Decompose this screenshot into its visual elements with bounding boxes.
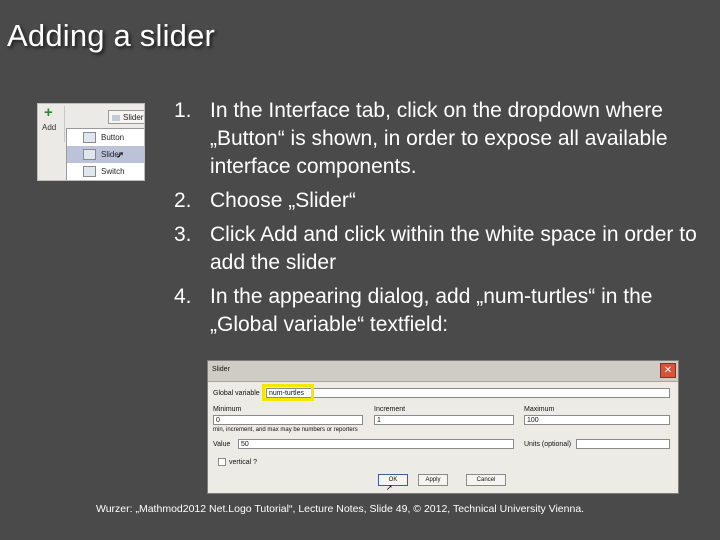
citation: Wurzer: „Mathmod2012 Net.Logo Tutorial“,… — [96, 503, 585, 515]
slider-dialog: Slider ✕ Global variable num-turtles Min… — [207, 360, 679, 494]
global-variable-field[interactable]: num-turtles — [266, 388, 670, 398]
option-slider[interactable]: Slider — [67, 146, 144, 163]
component-dropdown[interactable]: Slider ▼ — [108, 110, 144, 124]
minimum-label: Minimum — [213, 406, 242, 413]
step-text: Click Add and click within the white spa… — [210, 223, 697, 274]
dropdown-list: Button Slider Switch — [66, 128, 144, 180]
step-number: 4. — [174, 285, 192, 308]
global-variable-label: Global variable — [213, 390, 260, 397]
add-button-label[interactable]: Add — [42, 123, 56, 132]
plus-icon[interactable]: + — [44, 104, 53, 121]
apply-button[interactable]: Apply — [418, 474, 448, 486]
steps-list: 1. In the Interface tab, click on the dro… — [168, 97, 698, 345]
slider-icon — [112, 115, 120, 121]
increment-label: Increment — [374, 406, 406, 413]
step-number: 2. — [174, 189, 192, 212]
cursor-icon: ➚ — [386, 483, 393, 492]
slide-title: Adding a slider — [7, 18, 216, 53]
button-icon — [83, 132, 96, 143]
step-item: 1. In the Interface tab, click on the dro… — [168, 97, 698, 181]
option-label: Button — [101, 133, 125, 142]
step-item: 2. Choose „Slider“ — [168, 187, 698, 215]
step-number: 3. — [174, 223, 192, 246]
cancel-button[interactable]: Cancel — [466, 474, 506, 486]
switch-icon — [83, 166, 96, 177]
dropdown-selected-value: Slider — [123, 113, 144, 122]
dialog-title: Slider — [212, 366, 230, 373]
vertical-checkbox[interactable] — [218, 458, 226, 466]
value-label: Value — [213, 441, 231, 448]
dialog-titlebar: Slider ✕ — [208, 361, 678, 382]
toolbar-divider — [64, 106, 65, 142]
option-label: Switch — [101, 167, 125, 176]
option-button[interactable]: Button — [67, 129, 144, 146]
option-switch[interactable]: Switch — [67, 163, 144, 180]
step-number: 1. — [174, 99, 192, 122]
vertical-label: vertical ? — [229, 459, 258, 466]
increment-field[interactable]: 1 — [374, 415, 514, 425]
step-text: In the appearing dialog, add „num-turtle… — [210, 285, 653, 336]
cursor-icon: ➚ — [116, 150, 125, 161]
minimum-field[interactable]: 0 — [213, 415, 363, 425]
ok-button[interactable]: OK — [378, 474, 408, 486]
maximum-field[interactable]: 100 — [524, 415, 670, 425]
close-icon[interactable]: ✕ — [660, 363, 676, 378]
reporter-note: min, increment, and max may be numbers o… — [213, 427, 358, 433]
step-text: In the Interface tab, click on the dropd… — [210, 99, 668, 178]
maximum-label: Maximum — [524, 406, 555, 413]
step-text: Choose „Slider“ — [210, 189, 356, 212]
global-variable-highlight — [262, 384, 314, 401]
dropdown-screenshot: + Add Slider ▼ Button Slider Switch ➚ — [37, 103, 145, 181]
step-item: 3. Click Add and click within the white s… — [168, 221, 698, 277]
units-field[interactable] — [576, 439, 670, 449]
value-field[interactable]: 50 — [238, 439, 514, 449]
step-item: 4. In the appearing dialog, add „num-turt… — [168, 283, 698, 339]
slider-icon — [83, 149, 96, 160]
units-label: Units (optional) — [524, 441, 572, 448]
